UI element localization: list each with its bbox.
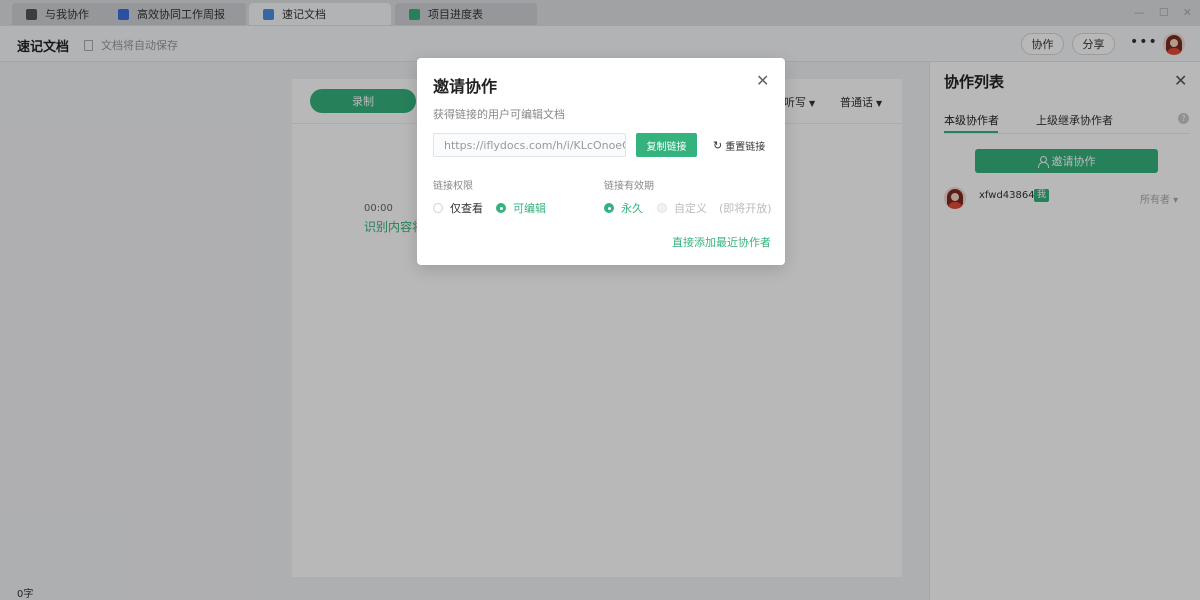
radio-icon xyxy=(657,203,667,213)
add-recent-collaborators-link[interactable]: 直接添加最近协作者 xyxy=(672,234,771,250)
copy-link-button[interactable]: 复制链接 xyxy=(636,133,697,157)
validity-forever-radio[interactable]: 永久 xyxy=(604,200,643,216)
radio-label: 仅查看 xyxy=(450,202,483,215)
radio-checked-icon xyxy=(604,203,614,213)
permission-label: 链接权限 xyxy=(433,181,473,192)
invite-dialog: 邀请协作 ✕ 获得链接的用户可编辑文档 https://iflydocs.com… xyxy=(417,58,785,265)
radio-label: 永久 xyxy=(621,202,643,215)
reset-link-label: 重置链接 xyxy=(725,142,766,153)
refresh-icon: ↻ xyxy=(713,139,723,152)
radio-label: 自定义 xyxy=(674,202,707,215)
close-icon[interactable]: ✕ xyxy=(756,71,769,90)
share-link-field[interactable]: https://iflydocs.com/h/i/KLcOnoeOm xyxy=(433,133,626,157)
reset-link-button[interactable]: ↻ 重置链接 xyxy=(713,138,765,153)
dialog-subtitle: 获得链接的用户可编辑文档 xyxy=(433,108,565,121)
coming-soon-note: (即将开放) xyxy=(719,202,772,215)
radio-icon xyxy=(433,203,443,213)
permission-view-radio[interactable]: 仅查看 xyxy=(433,200,483,216)
permission-edit-radio[interactable]: 可编辑 xyxy=(496,200,546,216)
dialog-title: 邀请协作 xyxy=(433,77,498,96)
validity-custom-radio: 自定义 (即将开放) xyxy=(657,200,772,216)
validity-label: 链接有效期 xyxy=(604,181,654,192)
radio-checked-icon xyxy=(496,203,506,213)
radio-label: 可编辑 xyxy=(513,202,546,215)
